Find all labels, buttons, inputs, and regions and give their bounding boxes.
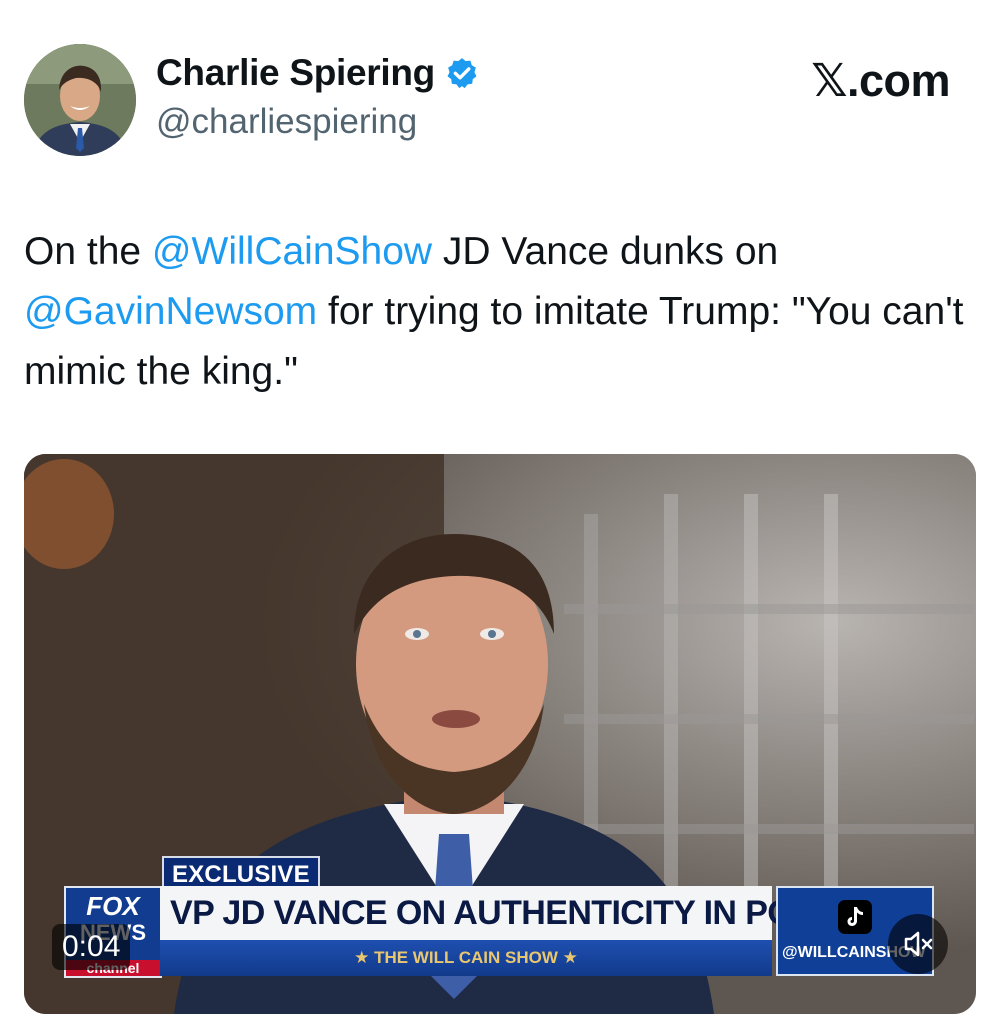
author-handle[interactable]: @charliespiering [156,102,417,142]
tweet-text: On the @WillCainShow JD Vance dunks on @… [24,222,984,402]
video-player[interactable]: EXCLUSIVE FOX NEWS channel VP JD VANCE O… [24,454,976,1014]
avatar-portrait-icon [24,44,136,156]
tiktok-icon [838,900,872,934]
show-name-bar: ★ THE WILL CAIN SHOW ★ [160,940,772,976]
video-timestamp: 0:04 [52,924,131,970]
author-name[interactable]: Charlie Spiering [156,52,435,94]
x-brand-logo: 𝕏.com [811,55,950,106]
author-avatar[interactable] [24,44,136,156]
verified-badge-icon [445,56,479,90]
video-headline: VP JD VANCE ON AUTHENTICITY IN POLITICS [160,886,898,940]
tweet-text-segment: On the [24,230,152,273]
muted-speaker-icon [904,931,933,957]
tweet-text-segment: JD Vance dunks on [432,230,779,273]
mention-gavinnewsom-link[interactable]: @GavinNewsom [24,290,317,333]
fox-logo-top: FOX [86,891,140,921]
mute-toggle-button[interactable] [888,914,948,974]
author-name-row: Charlie Spiering [156,52,479,94]
mention-willcainshow-link[interactable]: @WillCainShow [152,230,432,273]
